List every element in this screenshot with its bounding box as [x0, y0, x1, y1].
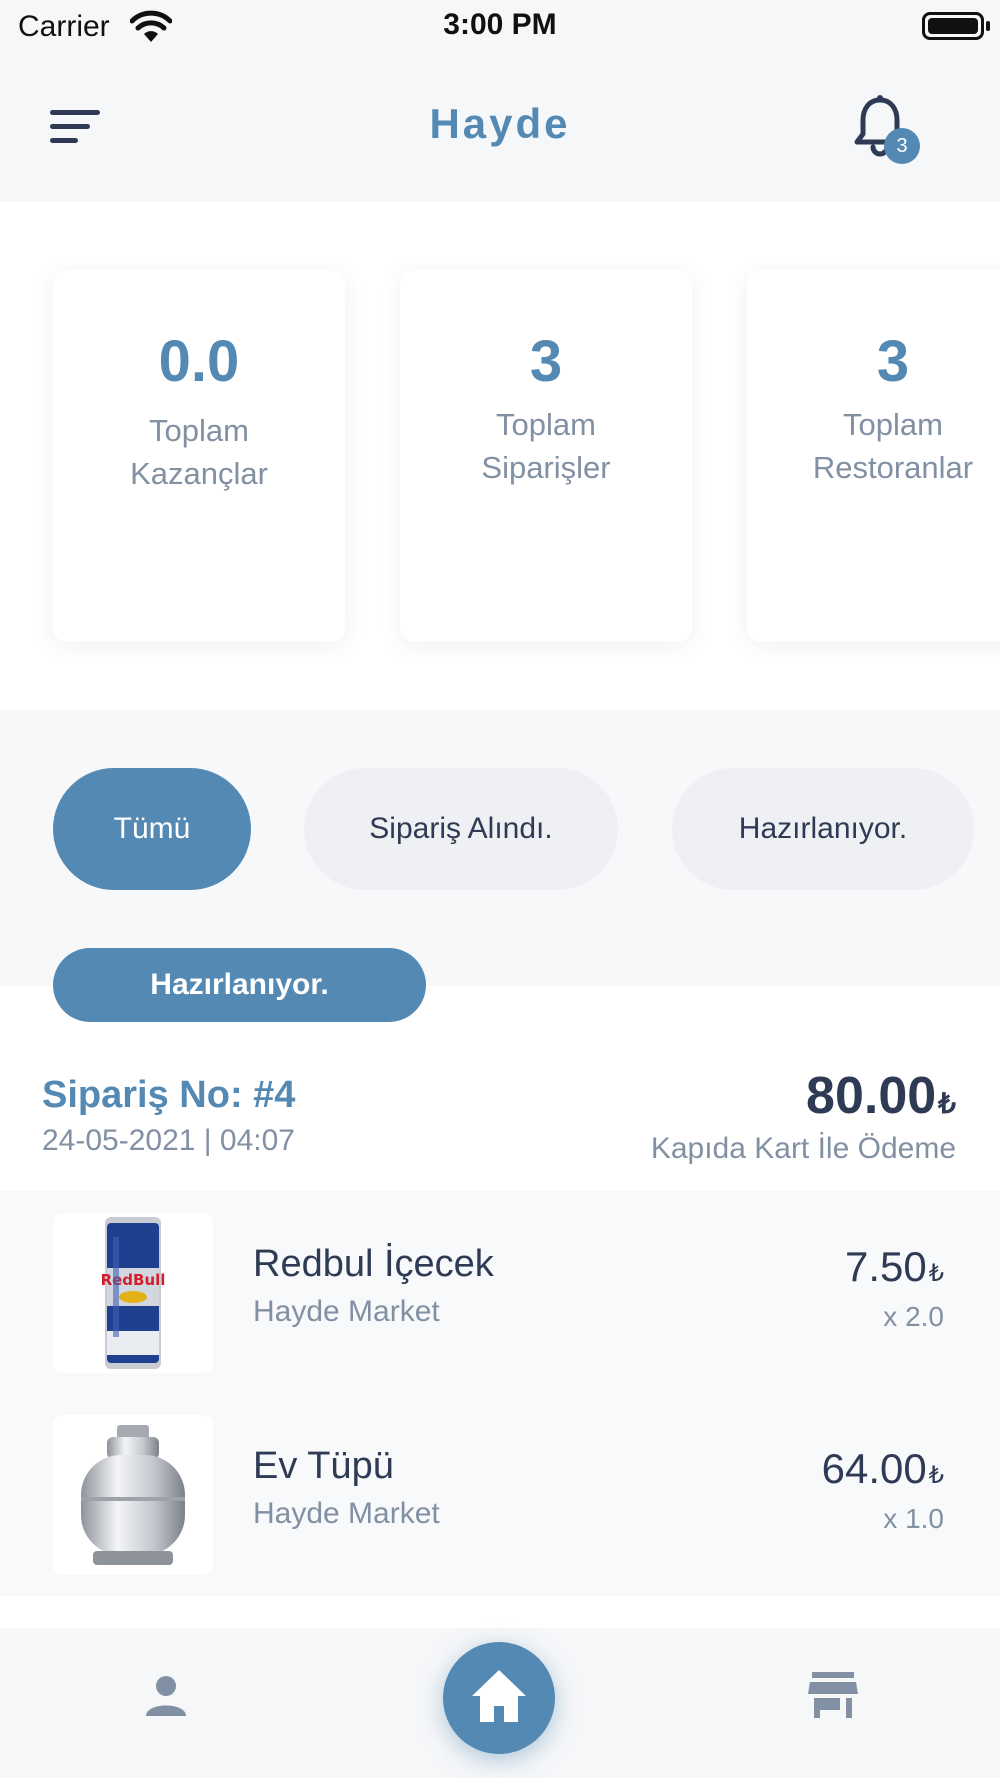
stat-value: 3 [529, 329, 563, 394]
stat-card-orders[interactable]: 3 Toplam Siparişler [400, 270, 692, 642]
svg-text:RedBull: RedBull [101, 1271, 166, 1289]
status-bar: Carrier 3:00 PM [0, 0, 1000, 54]
gas-cylinder-icon [53, 1415, 213, 1575]
order-items-list: RedBull Redbul İçecek Hayde Market 7.50₺… [0, 1191, 1000, 1596]
app-title: Hayde [429, 100, 571, 147]
item-quantity: x 2.0 [883, 1301, 944, 1332]
bottom-navigation [0, 1628, 1000, 1778]
store-icon[interactable] [808, 1672, 858, 1718]
filter-chip-received[interactable]: Sipariş Alındı. [304, 768, 618, 890]
stat-label: Toplam Restoranlar [812, 407, 974, 485]
order-number: Sipariş No: #4 [42, 1074, 296, 1116]
app-header: Hayde 3 [0, 54, 1000, 202]
stat-card-earnings[interactable]: 0.0 Toplam Kazançlar [53, 270, 345, 642]
filter-chip-all[interactable]: Tümü [53, 768, 251, 890]
item-quantity: x 1.0 [883, 1503, 944, 1534]
stat-value: 0.0 [158, 329, 240, 394]
stat-value: 3 [876, 329, 910, 394]
list-item[interactable]: RedBull Redbul İçecek Hayde Market 7.50₺… [0, 1191, 1000, 1373]
notification-badge: 3 [884, 128, 920, 164]
item-price: 64.00₺ [821, 1445, 944, 1492]
stat-card-restaurants[interactable]: 3 Toplam Restoranlar [747, 270, 1000, 642]
list-item[interactable]: Ev Tüpü Hayde Market 64.00₺ x 1.0 [0, 1393, 1000, 1575]
order-filter-bar: Tümü Sipariş Alındı. Hazırlanıyor. Hazır… [0, 710, 1000, 1022]
profile-icon[interactable] [144, 1674, 188, 1718]
item-store: Hayde Market [253, 1497, 440, 1530]
order-date: 24-05-2021 | 04:07 [42, 1124, 295, 1157]
item-name: Ev Tüpü [253, 1445, 394, 1487]
filter-chip-preparing[interactable]: Hazırlanıyor. [672, 768, 974, 890]
item-name: Redbul İçecek [253, 1243, 494, 1285]
notifications-button[interactable]: 3 [852, 94, 922, 166]
home-icon [472, 1670, 526, 1722]
order-total: 80.00₺ [806, 1067, 956, 1125]
stat-label: Toplam Kazançlar [130, 413, 268, 491]
stat-label: Toplam Siparişler [481, 407, 611, 485]
item-store: Hayde Market [253, 1295, 440, 1328]
home-button[interactable] [443, 1642, 555, 1754]
item-price: 7.50₺ [844, 1243, 944, 1290]
order-status-badge: Hazırlanıyor. [53, 948, 426, 1022]
stats-carousel[interactable]: 0.0 Toplam Kazançlar 3 Toplam Siparişler 3… [0, 202, 1000, 710]
clock: 3:00 PM [443, 8, 557, 41]
battery-icon [922, 12, 990, 40]
redbull-can-icon: RedBull [53, 1213, 213, 1373]
payment-method: Kapıda Kart İle Ödeme [650, 1132, 956, 1165]
